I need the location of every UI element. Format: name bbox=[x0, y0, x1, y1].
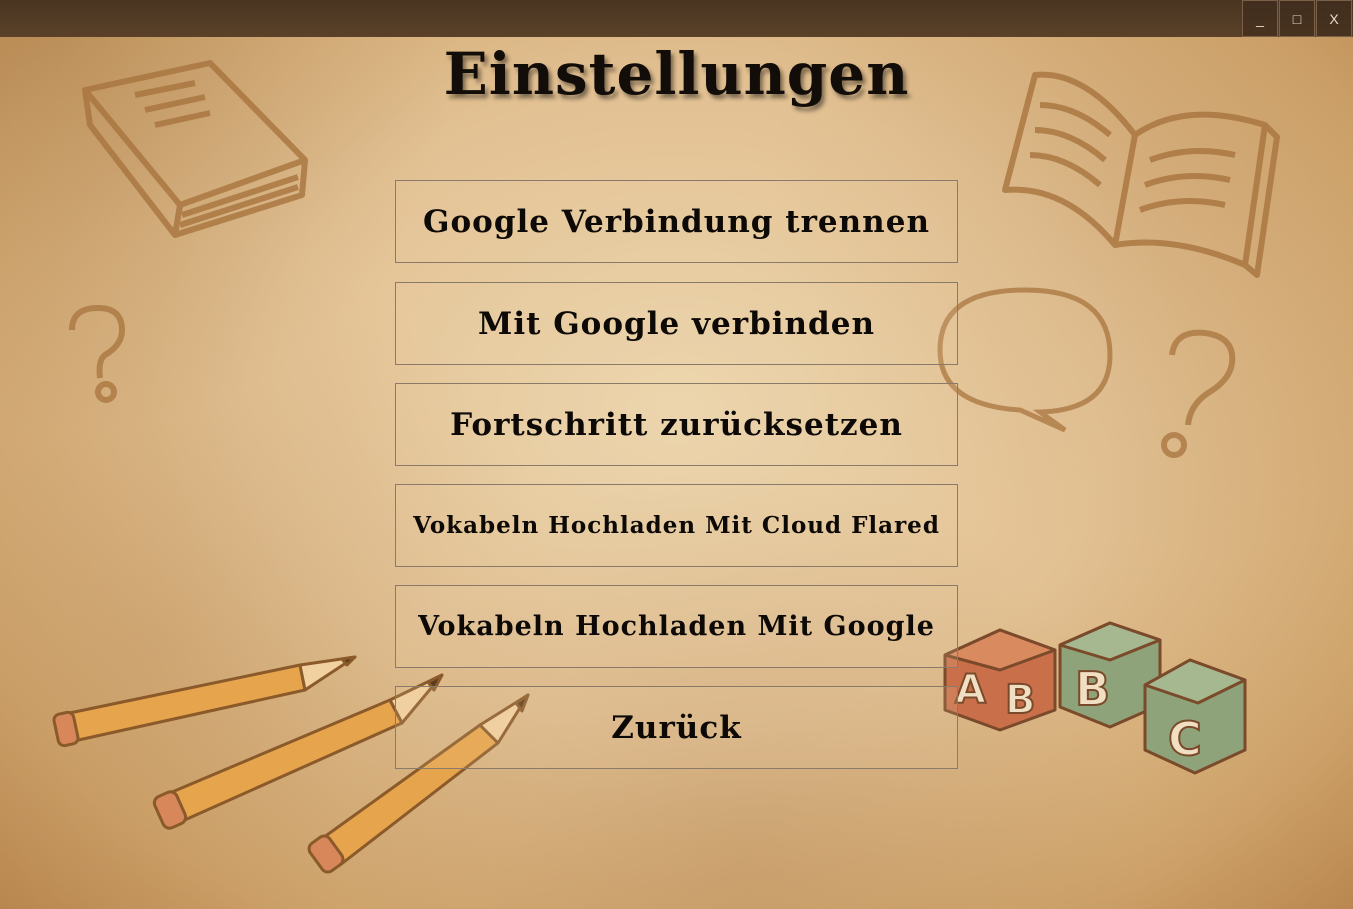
upload-google-button[interactable]: Vokabeln Hochladen Mit Google bbox=[395, 585, 958, 668]
question-mark-left-icon bbox=[69, 304, 126, 403]
block-letter-b2: B bbox=[1075, 662, 1110, 716]
question-mark-right-icon bbox=[1161, 329, 1236, 458]
back-button[interactable]: Zurück bbox=[395, 686, 958, 769]
page-title: Einstellungen bbox=[443, 40, 910, 108]
speech-bubble-icon bbox=[937, 287, 1113, 433]
window-titlebar[interactable] bbox=[0, 0, 1353, 37]
minimize-button[interactable]: _ bbox=[1242, 0, 1278, 37]
block-letter-c: C bbox=[1168, 712, 1202, 766]
reset-progress-button[interactable]: Fortschritt zurücksetzen bbox=[395, 383, 958, 466]
upload-cloudflared-button[interactable]: Vokabeln Hochladen Mit Cloud Flared bbox=[395, 484, 958, 567]
disconnect-google-button[interactable]: Google Verbindung trennen bbox=[395, 180, 958, 263]
maximize-button[interactable]: □ bbox=[1279, 0, 1315, 37]
connect-google-button[interactable]: Mit Google verbinden bbox=[395, 282, 958, 365]
block-letter-a: A bbox=[955, 667, 986, 713]
block-letter-b1: B bbox=[1005, 677, 1036, 723]
close-button[interactable]: X bbox=[1316, 0, 1352, 37]
abc-blocks-icon: A B B C bbox=[943, 621, 1247, 775]
